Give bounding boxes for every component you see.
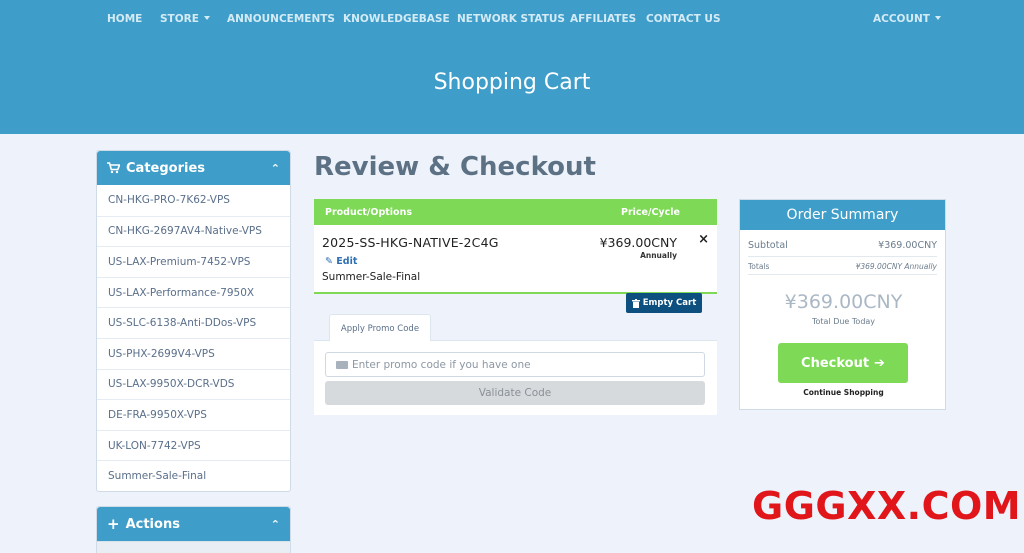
nav-home[interactable]: HOME	[107, 13, 142, 25]
cart-table: Product/Options Price/Cycle 2025-SS-HKG-…	[314, 199, 717, 294]
remove-item-button[interactable]: ×	[698, 232, 709, 247]
divider	[748, 256, 937, 257]
chevron-up-icon[interactable]: ⌃	[271, 518, 280, 531]
category-item[interactable]: US-SLC-6138-Anti-DDos-VPS	[97, 307, 290, 338]
pencil-icon: ✎	[325, 256, 333, 267]
order-summary-title: Order Summary	[740, 200, 945, 230]
categories-panel: Categories ⌃ CN-HKG-PRO-7K62-VPS CN-HKG-…	[96, 150, 291, 492]
top-nav: HOME STORE ANNOUNCEMENTS KNOWLEDGEBASE N…	[0, 13, 1024, 27]
checkout-button[interactable]: Checkout ➔	[778, 343, 908, 383]
header-price: Price/Cycle	[621, 207, 680, 218]
trash-icon	[631, 298, 640, 308]
page-title: Review & Checkout	[314, 152, 596, 182]
promo-panel: Validate Code	[314, 341, 717, 415]
categories-title: Categories	[126, 160, 206, 176]
billing-cycle: Annually	[640, 251, 677, 260]
tab-apply-promo[interactable]: Apply Promo Code	[329, 314, 431, 342]
checkout-label: Checkout	[801, 355, 870, 371]
chevron-down-icon	[934, 16, 941, 20]
product-name: 2025-SS-HKG-NATIVE-2C4G	[322, 235, 499, 250]
header-product: Product/Options	[325, 207, 412, 218]
category-item[interactable]: US-LAX-9950X-DCR-VDS	[97, 368, 290, 400]
product-group: Summer-Sale-Final	[322, 271, 421, 283]
nav-network-status[interactable]: NETWORK STATUS	[457, 13, 565, 25]
plus-icon: +	[107, 515, 120, 533]
categories-list: CN-HKG-PRO-7K62-VPS CN-HKG-2697AV4-Nativ…	[97, 185, 290, 491]
nav-store[interactable]: STORE	[160, 13, 210, 25]
chevron-down-icon	[203, 16, 210, 20]
category-item[interactable]: US-LAX-Performance-7950X	[97, 276, 290, 308]
chevron-up-icon[interactable]: ⌃	[271, 162, 280, 175]
header-banner: HOME STORE ANNOUNCEMENTS KNOWLEDGEBASE N…	[0, 0, 1024, 134]
nav-knowledgebase[interactable]: KNOWLEDGEBASE	[343, 13, 450, 25]
divider	[748, 274, 937, 275]
page-hero-title: Shopping Cart	[433, 70, 591, 95]
promo-code-input[interactable]	[352, 353, 692, 377]
nav-store-label: STORE	[160, 13, 199, 25]
total-due-label: Total Due Today	[811, 317, 876, 326]
continue-shopping-link[interactable]: Continue Shopping	[740, 388, 947, 397]
categories-header[interactable]: Categories ⌃	[97, 151, 290, 185]
subtotal-value: ¥369.00CNY	[878, 240, 937, 251]
category-item[interactable]: US-PHX-2699V4-VPS	[97, 337, 290, 369]
nav-announcements[interactable]: ANNOUNCEMENTS	[227, 13, 335, 25]
promo-input-wrapper	[325, 352, 705, 377]
subtotal-row: Subtotal ¥369.00CNY	[748, 240, 937, 251]
empty-cart-label: Empty Cart	[642, 298, 697, 308]
category-item[interactable]: DE-FRA-9950X-VPS	[97, 399, 290, 430]
nav-account-label: ACCOUNT	[873, 13, 930, 25]
promo-tabs: Apply Promo Code	[314, 314, 717, 342]
cart-icon	[107, 162, 120, 174]
category-item[interactable]: US-LAX-Premium-7452-VPS	[97, 246, 290, 277]
nav-contact-us[interactable]: CONTACT US	[646, 13, 721, 25]
actions-panel: + Actions ⌃	[96, 506, 291, 553]
totals-value: ¥369.00CNY Annually	[855, 262, 937, 271]
edit-label: Edit	[336, 256, 358, 267]
totals-row: Totals ¥369.00CNY Annually	[748, 262, 937, 271]
validate-code-button[interactable]: Validate Code	[325, 381, 705, 405]
cart-table-header: Product/Options Price/Cycle	[314, 199, 717, 225]
category-item[interactable]: CN-HKG-2697AV4-Native-VPS	[97, 215, 290, 247]
nav-account[interactable]: ACCOUNT	[873, 13, 941, 25]
category-item[interactable]: UK-LON-7742-VPS	[97, 429, 290, 461]
category-item[interactable]: CN-HKG-PRO-7K62-VPS	[97, 185, 290, 216]
edit-link[interactable]: ✎ Edit	[325, 256, 357, 267]
actions-item[interactable]	[97, 541, 290, 553]
category-item[interactable]: Summer-Sale-Final	[97, 460, 290, 491]
product-price: ¥369.00CNY	[599, 235, 677, 250]
order-summary: Order Summary Subtotal ¥369.00CNY Totals…	[739, 199, 946, 410]
actions-title: Actions	[125, 516, 180, 532]
nav-affiliates[interactable]: AFFILIATES	[570, 13, 636, 25]
arrow-right-icon: ➔	[874, 355, 885, 371]
subtotal-label: Subtotal	[748, 240, 788, 251]
total-due-amount: ¥369.00CNY	[784, 291, 903, 313]
watermark-text: GGGXX.COM	[752, 484, 1022, 528]
totals-label: Totals	[748, 262, 770, 271]
actions-header[interactable]: + Actions ⌃	[97, 507, 290, 541]
empty-cart-button[interactable]: Empty Cart	[626, 293, 702, 313]
ticket-icon	[336, 361, 348, 369]
